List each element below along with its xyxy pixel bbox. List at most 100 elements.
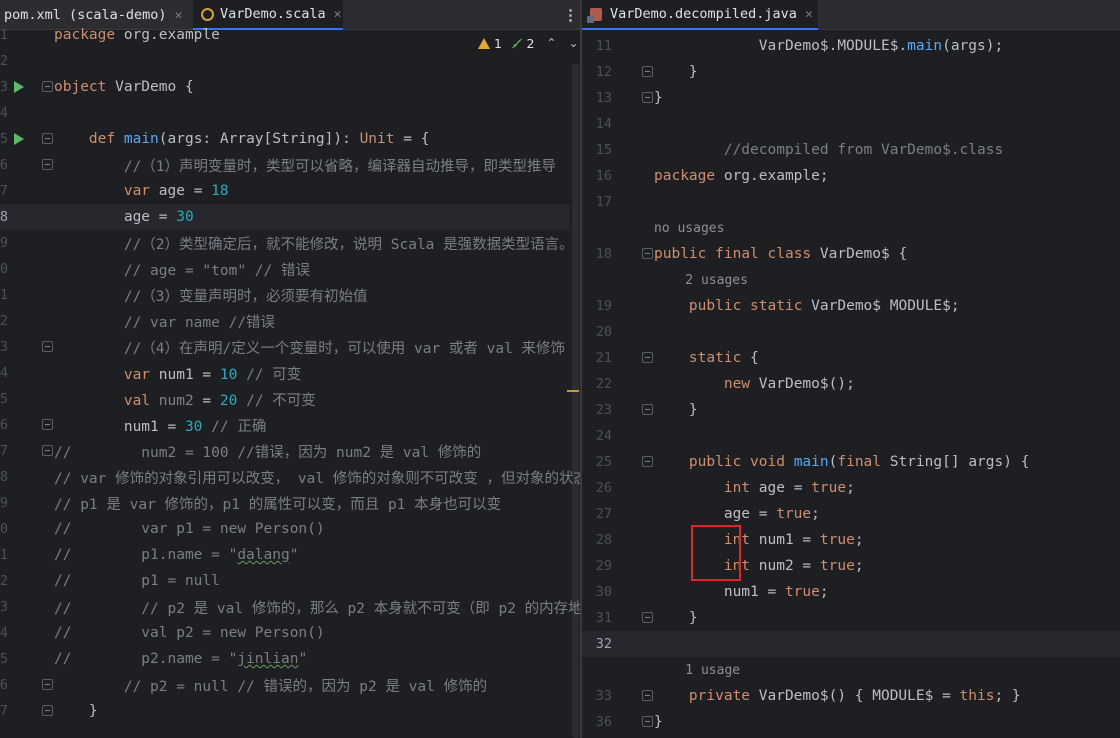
line-number: 11	[595, 38, 612, 54]
fold-marker-icon[interactable]	[42, 341, 53, 352]
fold-marker-icon[interactable]	[642, 404, 653, 415]
code-line[interactable]: 9 //（2）类型确定后，就不能修改，说明 Scala 是强数据类型语言。	[0, 230, 574, 256]
line-number: 21	[0, 547, 8, 563]
code-line[interactable]: 22 new VarDemo$();	[582, 371, 1120, 397]
code-line[interactable]: 28 int num1 = true;	[582, 527, 1120, 553]
fold-marker-icon[interactable]	[42, 705, 53, 716]
code-line[interactable]: 17	[582, 189, 1120, 215]
code-line[interactable]: 26 int age = true;	[582, 475, 1120, 501]
code-text: num1 = true;	[654, 584, 829, 600]
code-line[interactable]: 13 //（4）在声明/定义一个变量时，可以使用 var 或者 val 来修饰	[0, 334, 570, 360]
code-line[interactable]: 21 // p1.name = "dalang"	[0, 542, 570, 568]
fold-marker-icon[interactable]	[642, 456, 653, 467]
code-line[interactable]: 31 }	[582, 605, 1120, 631]
line-number: 27	[0, 703, 8, 719]
code-line[interactable]: 19 public static VarDemo$ MODULE$;	[582, 293, 1120, 319]
code-line[interactable]: 18 // var 修饰的对象引用可以改变， val 修饰的对象则不可改变 ，但对…	[0, 464, 580, 490]
code-line[interactable]: 12 // var name //错误	[0, 308, 570, 334]
fold-marker-icon[interactable]	[42, 679, 53, 690]
code-line[interactable]: 29 int num2 = true;	[582, 553, 1120, 579]
code-line[interactable]: 18 public final class VarDemo$ {	[582, 241, 1120, 267]
code-line[interactable]: 19 // p1 是 var 修饰的，p1 的属性可以变，而且 p1 本身也可以变	[0, 490, 570, 516]
code-text: //（1）声明变量时，类型可以省略，编译器自动推导，即类型推导	[123, 158, 557, 175]
code-line[interactable]: 4	[0, 100, 570, 126]
close-icon[interactable]: ✕	[805, 7, 813, 22]
fold-marker-icon[interactable]	[42, 159, 53, 170]
code-text: //（4）在声明/定义一个变量时，可以使用 var 或者 val 来修饰	[123, 340, 566, 357]
code-line[interactable]: 24 // val p2 = new Person()	[0, 620, 570, 646]
usage-count: no usages	[654, 220, 725, 236]
code-line[interactable]: 21 static {	[582, 345, 1120, 371]
code-line[interactable]: 15 //decompiled from VarDemo$.class	[582, 137, 1120, 163]
code-line[interactable]: 36}	[582, 709, 1120, 735]
fold-marker-icon[interactable]	[642, 92, 653, 103]
usage-hint[interactable]: 1 usage	[582, 657, 1120, 683]
code-line[interactable]: 22 // p1 = null	[0, 568, 570, 594]
code-line[interactable]: 16 package org.example;	[582, 163, 1120, 189]
fold-marker-icon[interactable]	[42, 81, 53, 92]
fold-marker-icon[interactable]	[42, 445, 53, 456]
fold-marker-icon[interactable]	[642, 690, 653, 701]
code-line[interactable]: 30 num1 = true;	[582, 579, 1120, 605]
line-number: 27	[595, 506, 612, 522]
code-line[interactable]: 10 // age = "tom" // 错误	[0, 256, 570, 282]
line-number: 24	[0, 625, 8, 641]
code-line[interactable]: 11 //（3）变量声明时，必须要有初始值	[0, 282, 570, 308]
code-line[interactable]: 24	[582, 423, 1120, 449]
code-line[interactable]: 12 }	[582, 59, 1120, 85]
code-line[interactable]: 32	[582, 631, 1120, 657]
code-line[interactable]: 23 }	[582, 397, 1120, 423]
close-icon[interactable]: ✕	[334, 7, 342, 22]
line-number: 19	[595, 298, 612, 314]
close-icon[interactable]: ✕	[175, 8, 183, 23]
run-icon[interactable]	[14, 81, 24, 93]
code-line[interactable]: 1 package org.example	[0, 22, 570, 48]
code-line[interactable]: 20 // var p1 = new Person()	[0, 516, 570, 542]
line-number: 19	[0, 495, 8, 511]
fold-marker-icon[interactable]	[642, 248, 653, 259]
code-line[interactable]: 25 // p2.name = "jinlian"	[0, 646, 570, 672]
vertical-scrollbar[interactable]	[572, 64, 579, 738]
fold-marker-icon[interactable]	[42, 133, 53, 144]
code-line[interactable]: 16 num1 = 30 // 正确	[0, 412, 570, 438]
code-line[interactable]: 13}	[582, 85, 1120, 111]
code-line[interactable]: 27 }	[0, 698, 570, 724]
code-line[interactable]: 26 // p2 = null // 错误的，因为 p2 是 val 修饰的	[0, 672, 570, 698]
code-text: package org.example	[54, 27, 220, 43]
code-text: public static VarDemo$ MODULE$;	[688, 298, 960, 314]
fold-marker-icon[interactable]	[642, 612, 653, 623]
code-line[interactable]: 27 age = true;	[582, 501, 1120, 527]
code-text: // // p2 是 val 修饰的，那么 p2 本身就不可变（即 p2 的内存…	[54, 600, 580, 617]
tab-vardemo-decompiled-java[interactable]: VarDemo.decompiled.java ✕	[582, 0, 818, 30]
code-line[interactable]: 20	[582, 319, 1120, 345]
code-line[interactable]: 17 // num2 = 100 //错误，因为 num2 是 val 修饰的	[0, 438, 570, 464]
code-line[interactable]: 6 //（1）声明变量时，类型可以省略，编译器自动推导，即类型推导	[0, 152, 570, 178]
line-number: 21	[595, 350, 612, 366]
fold-marker-icon[interactable]	[642, 352, 653, 363]
run-icon[interactable]	[14, 133, 24, 145]
fold-marker-icon[interactable]	[642, 716, 653, 727]
code-line[interactable]: 7 var age = 18	[0, 178, 570, 204]
code-text: public void main(final String[] args) {	[688, 454, 1030, 470]
code-line[interactable]: 2	[0, 48, 570, 74]
usage-hint[interactable]: 2 usages	[582, 267, 1120, 293]
line-number: 16	[595, 168, 612, 184]
code-line[interactable]: 11 VarDemo$.MODULE$.main(args);	[582, 33, 1120, 59]
code-text: }	[654, 64, 698, 80]
fold-marker-icon[interactable]	[642, 66, 653, 77]
code-line[interactable]: 5 def main(args: Array[String]): Unit = …	[0, 126, 570, 152]
code-line[interactable]: 23 // // p2 是 val 修饰的，那么 p2 本身就不可变（即 p2 的…	[0, 594, 580, 620]
fold-marker-icon[interactable]	[42, 419, 53, 430]
code-line[interactable]: 15 val num2 = 20 // 不可变	[0, 386, 570, 412]
code-line[interactable]: 14	[582, 111, 1120, 137]
code-line[interactable]: 3 object VarDemo {	[0, 74, 570, 100]
usage-hint[interactable]: no usages	[582, 215, 1120, 241]
code-line[interactable]: 33 private VarDemo$() { MODULE$ = this; …	[582, 683, 1120, 709]
line-number: 2	[0, 53, 8, 69]
code-line[interactable]: 25 public void main(final String[] args)…	[582, 449, 1120, 475]
line-number: 25	[595, 454, 612, 470]
tab-label: pom.xml (scala-demo)	[4, 7, 167, 23]
code-text: // p1 = null	[54, 573, 220, 589]
code-line[interactable]: 14 var num1 = 10 // 可变	[0, 360, 570, 386]
code-line[interactable]: 8 age = 30	[0, 204, 570, 230]
